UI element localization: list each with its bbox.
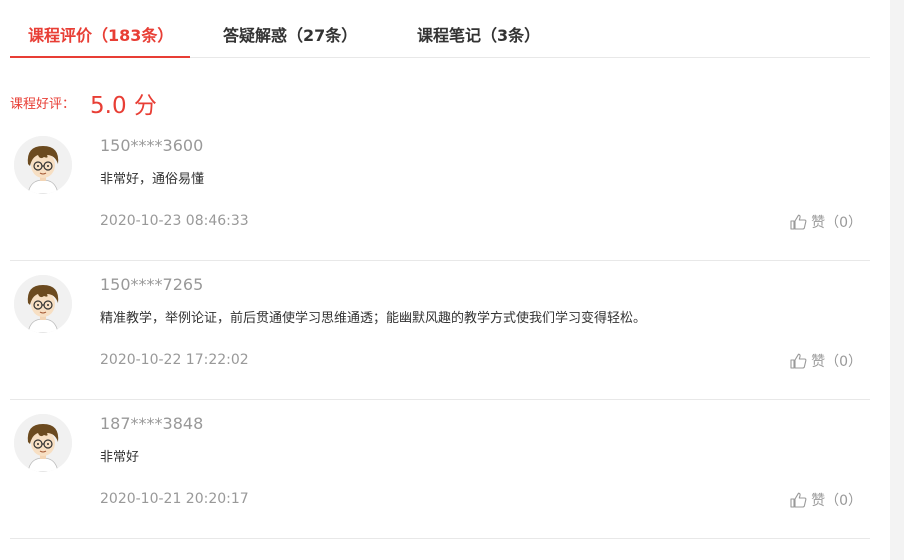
review-time: 2020-10-21 20:20:17 bbox=[100, 491, 249, 507]
tab-bar: 课程评价（183条） 答疑解惑（27条） 课程笔记（3条） bbox=[10, 0, 870, 58]
cartoon-avatar-icon bbox=[14, 275, 72, 333]
review-list: 150****3600 非常好，通俗易懂 2020-10-23 08:46:33… bbox=[10, 122, 870, 539]
like-label: 赞（0） bbox=[811, 493, 862, 509]
review-content: 非常好，通俗易懂 bbox=[100, 172, 205, 187]
like-button[interactable]: 赞（0） bbox=[790, 351, 862, 371]
review-item: 150****7265 精准教学，举例论证，前后贯通使学习思维通透；能幽默风趣的… bbox=[10, 261, 870, 400]
avatar bbox=[14, 136, 72, 194]
tab-course-notes[interactable]: 课程笔记（3条） bbox=[417, 22, 540, 46]
review-username: 150****7265 bbox=[100, 275, 204, 294]
review-content: 非常好 bbox=[100, 450, 140, 465]
review-time: 2020-10-23 08:46:33 bbox=[100, 213, 249, 229]
thumbs-up-icon bbox=[790, 214, 807, 230]
course-rating: 课程好评： 5.0 分 bbox=[10, 58, 870, 122]
like-button[interactable]: 赞（0） bbox=[790, 490, 862, 510]
reviews-panel: 课程评价（183条） 答疑解惑（27条） 课程笔记（3条） 课程好评： 5.0 … bbox=[10, 0, 870, 539]
thumbs-up-icon bbox=[790, 492, 807, 508]
avatar bbox=[14, 414, 72, 472]
avatar bbox=[14, 275, 72, 333]
tab-qa[interactable]: 答疑解惑（27条） bbox=[223, 22, 357, 46]
rating-label: 课程好评： bbox=[10, 97, 76, 112]
rating-value: 5.0 分 bbox=[90, 93, 157, 119]
like-label: 赞（0） bbox=[811, 215, 862, 231]
cartoon-avatar-icon bbox=[14, 414, 72, 472]
tab-course-reviews[interactable]: 课程评价（183条） bbox=[28, 22, 173, 46]
review-time: 2020-10-22 17:22:02 bbox=[100, 352, 249, 368]
review-item: 150****3600 非常好，通俗易懂 2020-10-23 08:46:33… bbox=[10, 122, 870, 261]
cartoon-avatar-icon bbox=[14, 136, 72, 194]
review-item: 187****3848 非常好 2020-10-21 20:20:17 赞（0） bbox=[10, 400, 870, 539]
review-username: 187****3848 bbox=[100, 414, 204, 433]
review-username: 150****3600 bbox=[100, 136, 204, 155]
thumbs-up-icon bbox=[790, 353, 807, 369]
like-label: 赞（0） bbox=[811, 354, 862, 370]
right-gutter bbox=[890, 0, 904, 560]
like-button[interactable]: 赞（0） bbox=[790, 212, 862, 232]
review-content: 精准教学，举例论证，前后贯通使学习思维通透；能幽默风趣的教学方式使我们学习变得轻… bbox=[100, 311, 647, 326]
